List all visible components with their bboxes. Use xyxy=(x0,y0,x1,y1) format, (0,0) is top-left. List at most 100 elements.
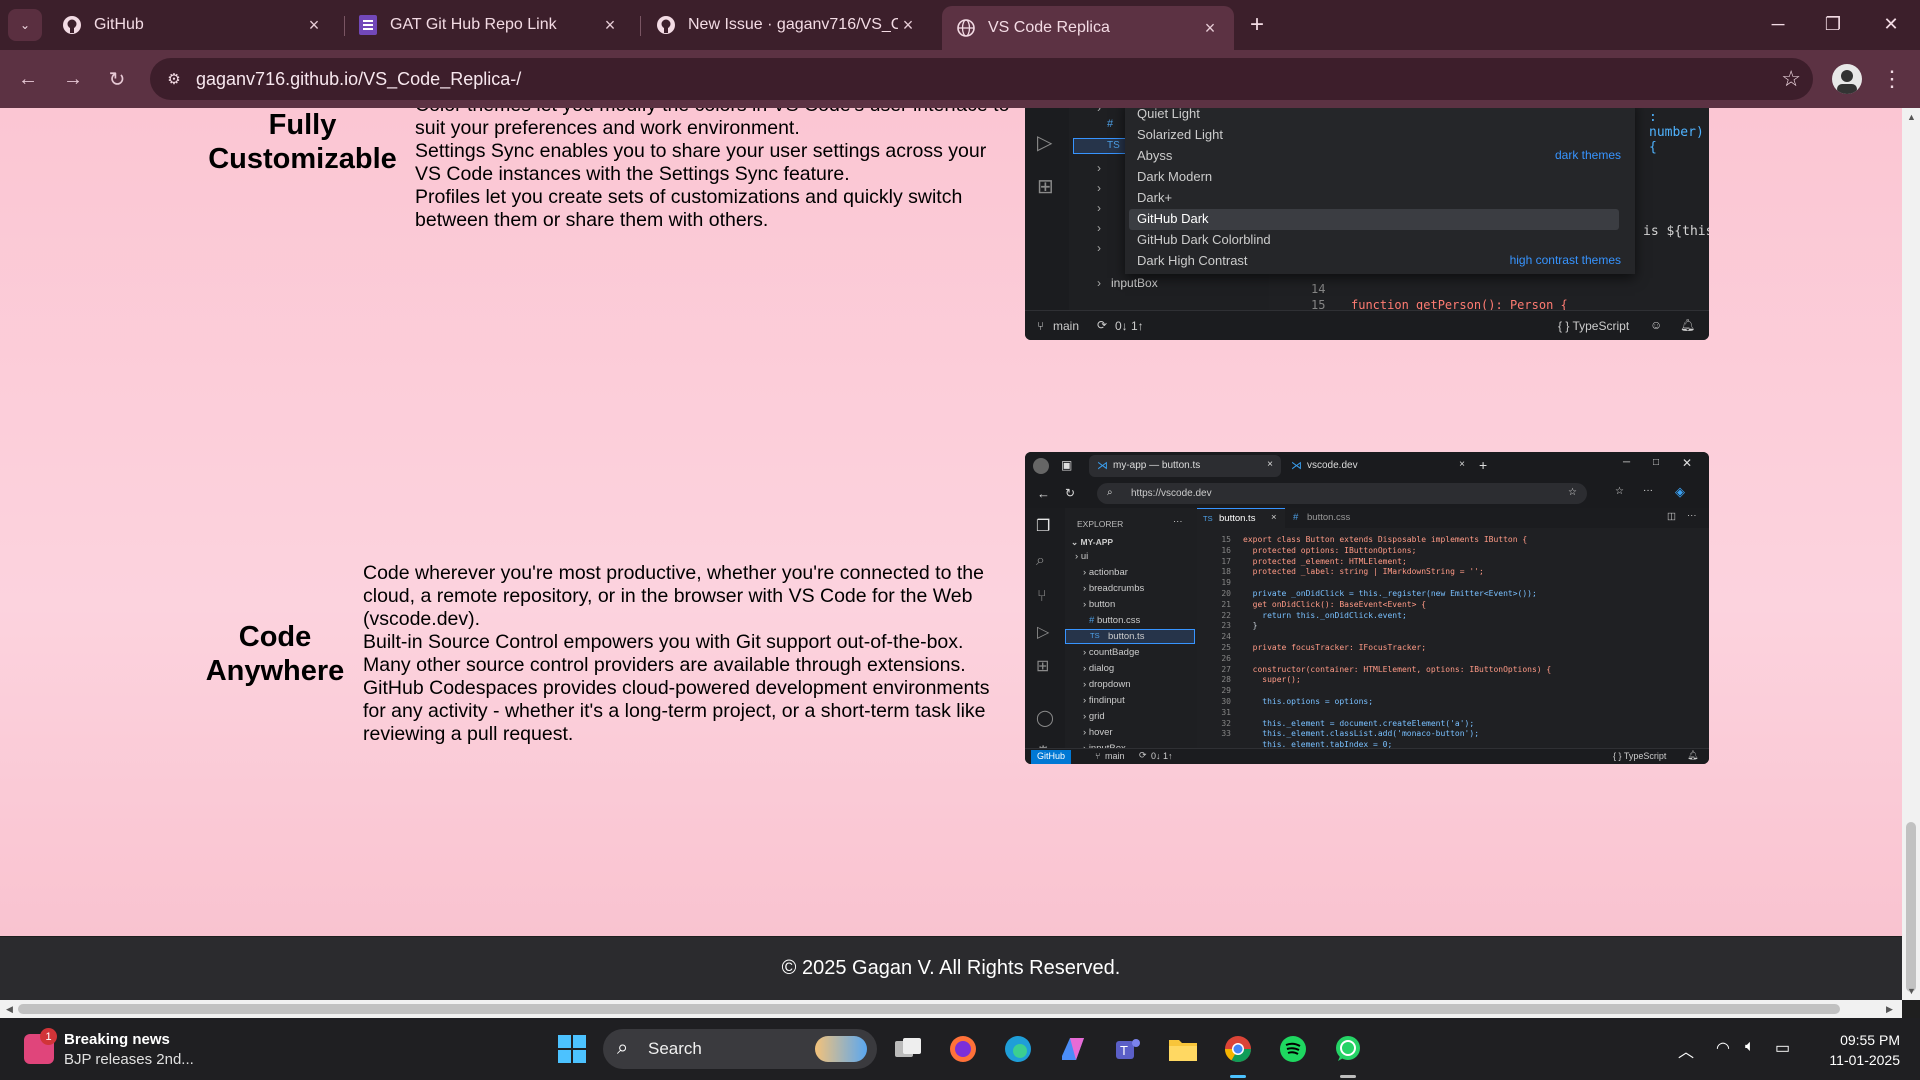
more-icon[interactable]: ··· xyxy=(1687,510,1697,521)
tree-item[interactable]: › findinput xyxy=(1083,695,1125,706)
volume-icon[interactable]: 🔈︎ xyxy=(1745,1038,1755,1056)
profile-avatar[interactable] xyxy=(1832,64,1862,94)
status-remote[interactable]: GitHub xyxy=(1031,750,1072,764)
spotify-icon[interactable] xyxy=(1275,1031,1311,1067)
tree-item[interactable]: › ui xyxy=(1075,551,1088,562)
theme-option-selected[interactable]: GitHub Dark xyxy=(1129,209,1619,230)
arrow-left-icon[interactable]: ← xyxy=(1037,486,1050,501)
battery-icon[interactable]: ▭ xyxy=(1775,1038,1790,1058)
tree-item[interactable]: › countBadge xyxy=(1083,647,1140,658)
editor-tab-active[interactable]: TS button.ts × xyxy=(1197,508,1285,528)
theme-option[interactable]: GitHub Dark Colorblind xyxy=(1129,230,1631,251)
horizontal-scroll-thumb[interactable] xyxy=(18,1004,1840,1014)
restore-button[interactable]: ❐ xyxy=(1813,8,1853,40)
code-editor[interactable]: export class Button extends Disposable i… xyxy=(1243,535,1703,762)
vertical-scroll-thumb[interactable] xyxy=(1906,822,1916,992)
chrome-icon[interactable] xyxy=(1220,1031,1256,1067)
address-bar[interactable]: ⚙ gaganv716.github.io/VS_Code_Replica-/ … xyxy=(150,58,1813,100)
scroll-up-icon[interactable]: ▲ xyxy=(1907,112,1916,122)
search-icon[interactable]: ⌕ xyxy=(1036,552,1045,570)
reload-button[interactable]: ↻ xyxy=(101,63,133,95)
news-widget[interactable]: 1 Breaking news BJP releases 2nd... xyxy=(24,1028,204,1072)
back-button[interactable]: ← xyxy=(12,63,44,95)
forward-button[interactable]: → xyxy=(57,63,89,95)
system-clock[interactable]: 09:55 PM 11-01-2025 xyxy=(1800,1030,1900,1070)
theme-option[interactable]: Solarized Light xyxy=(1129,125,1631,146)
tab-vs-code-replica[interactable]: VS Code Replica × xyxy=(942,6,1234,50)
firefox-icon[interactable] xyxy=(945,1031,981,1067)
maximize-icon[interactable]: □ xyxy=(1653,457,1659,468)
copilot-icon[interactable]: ◈ xyxy=(1675,484,1685,500)
whatsapp-icon[interactable] xyxy=(1330,1031,1366,1067)
scroll-right-icon[interactable]: ▶ xyxy=(1886,1004,1893,1015)
theme-option[interactable]: Dark+ xyxy=(1129,188,1631,209)
tab-new-issue[interactable]: New Issue · gaganv716/VS_Code_Replica × xyxy=(642,6,932,44)
tree-item[interactable]: › breadcrumbs xyxy=(1083,583,1144,594)
mini-tab-active[interactable]: ⋊ my-app — button.ts × xyxy=(1089,455,1281,477)
source-control-icon[interactable]: ⑂ xyxy=(1037,588,1047,606)
mini-tab[interactable]: ⋊ vscode.dev × xyxy=(1287,455,1473,477)
vertical-scrollbar[interactable]: ▲ ▼ xyxy=(1902,108,1920,1000)
files-icon[interactable]: ❐ xyxy=(1036,516,1050,536)
bell-icon[interactable]: 🔔︎ xyxy=(1687,750,1698,761)
bell-icon[interactable]: 🔔︎ xyxy=(1680,318,1695,332)
status-sync[interactable]: 0↓ 1↑ xyxy=(1115,319,1144,333)
run-debug-icon[interactable]: ▷ xyxy=(1037,622,1049,642)
task-view-icon[interactable] xyxy=(890,1031,926,1067)
close-icon[interactable]: ✕ xyxy=(1682,456,1692,470)
file-explorer-icon[interactable] xyxy=(1165,1031,1201,1067)
explorer-item[interactable]: inputBox xyxy=(1111,276,1158,290)
close-icon[interactable]: × xyxy=(1267,459,1273,470)
close-icon[interactable]: × xyxy=(1459,459,1465,470)
tree-item-selected[interactable]: TS button.ts xyxy=(1065,629,1195,644)
close-icon[interactable]: × xyxy=(304,15,324,36)
status-branch[interactable]: main xyxy=(1105,751,1125,761)
scroll-down-icon[interactable]: ▼ xyxy=(1907,986,1916,996)
reload-icon[interactable]: ↻ xyxy=(1065,486,1075,500)
close-icon[interactable]: × xyxy=(898,15,918,36)
tree-item[interactable]: › dialog xyxy=(1083,663,1114,674)
tree-item[interactable]: › actionbar xyxy=(1083,567,1128,578)
tree-item[interactable]: › button xyxy=(1083,599,1115,610)
status-language[interactable]: { } TypeScript xyxy=(1558,319,1629,333)
taskbar-search[interactable]: ⌕ Search xyxy=(603,1029,877,1069)
plus-icon[interactable]: + xyxy=(1479,457,1487,473)
horizontal-scrollbar[interactable]: ◀ ▶ xyxy=(0,1000,1902,1018)
more-icon[interactable]: ··· xyxy=(1173,516,1183,527)
tree-item[interactable]: # button.css xyxy=(1089,615,1140,626)
favorites-icon[interactable]: ☆ xyxy=(1615,486,1624,497)
status-language[interactable]: { } TypeScript xyxy=(1613,751,1666,761)
tab-search-button[interactable]: ⌄ xyxy=(8,9,42,41)
close-window-button[interactable]: ✕ xyxy=(1871,8,1911,40)
windows-start-icon[interactable] xyxy=(554,1031,590,1067)
url-text[interactable]: gaganv716.github.io/VS_Code_Replica-/ xyxy=(196,69,521,90)
tree-item[interactable]: › grid xyxy=(1083,711,1105,722)
close-icon[interactable]: × xyxy=(600,15,620,36)
edge-icon[interactable] xyxy=(1000,1031,1036,1067)
extensions-icon[interactable]: ⊞ xyxy=(1036,656,1049,676)
copilot-icon[interactable] xyxy=(1055,1031,1091,1067)
tree-root[interactable]: ⌄ MY-APP xyxy=(1071,537,1113,548)
theme-option[interactable]: Dark Modern xyxy=(1129,167,1631,188)
theme-option[interactable]: Quiet Light xyxy=(1129,108,1631,125)
close-icon[interactable]: × xyxy=(1200,18,1220,39)
wifi-icon[interactable]: ◠ xyxy=(1716,1038,1730,1058)
site-info-icon[interactable]: ⚙ xyxy=(162,67,186,91)
copilot-icon[interactable]: ☺ xyxy=(1650,318,1662,332)
more-icon[interactable]: ··· xyxy=(1643,485,1653,496)
teams-icon[interactable]: T xyxy=(1110,1031,1146,1067)
status-branch[interactable]: main xyxy=(1053,319,1079,333)
account-icon[interactable]: ◯ xyxy=(1036,708,1054,728)
tab-github[interactable]: GitHub × xyxy=(48,6,338,44)
close-icon[interactable]: × xyxy=(1271,512,1277,523)
more-menu-icon[interactable]: ⋮ xyxy=(1880,63,1904,95)
split-editor-icon[interactable]: ◫ xyxy=(1667,511,1676,522)
status-sync[interactable]: 0↓ 1↑ xyxy=(1151,751,1173,761)
tab-gat-repo-link[interactable]: GAT Git Hub Repo Link × xyxy=(344,6,634,44)
chevron-up-icon[interactable]: ︿ xyxy=(1678,1038,1694,1062)
bookmark-star-icon[interactable]: ☆ xyxy=(1781,66,1801,92)
minimize-icon[interactable]: ─ xyxy=(1623,457,1630,468)
mini-url-bar[interactable]: ⌕ https://vscode.dev ☆ xyxy=(1097,483,1587,504)
tree-item[interactable]: › dropdown xyxy=(1083,679,1131,690)
minimize-button[interactable]: ─ xyxy=(1758,8,1798,40)
